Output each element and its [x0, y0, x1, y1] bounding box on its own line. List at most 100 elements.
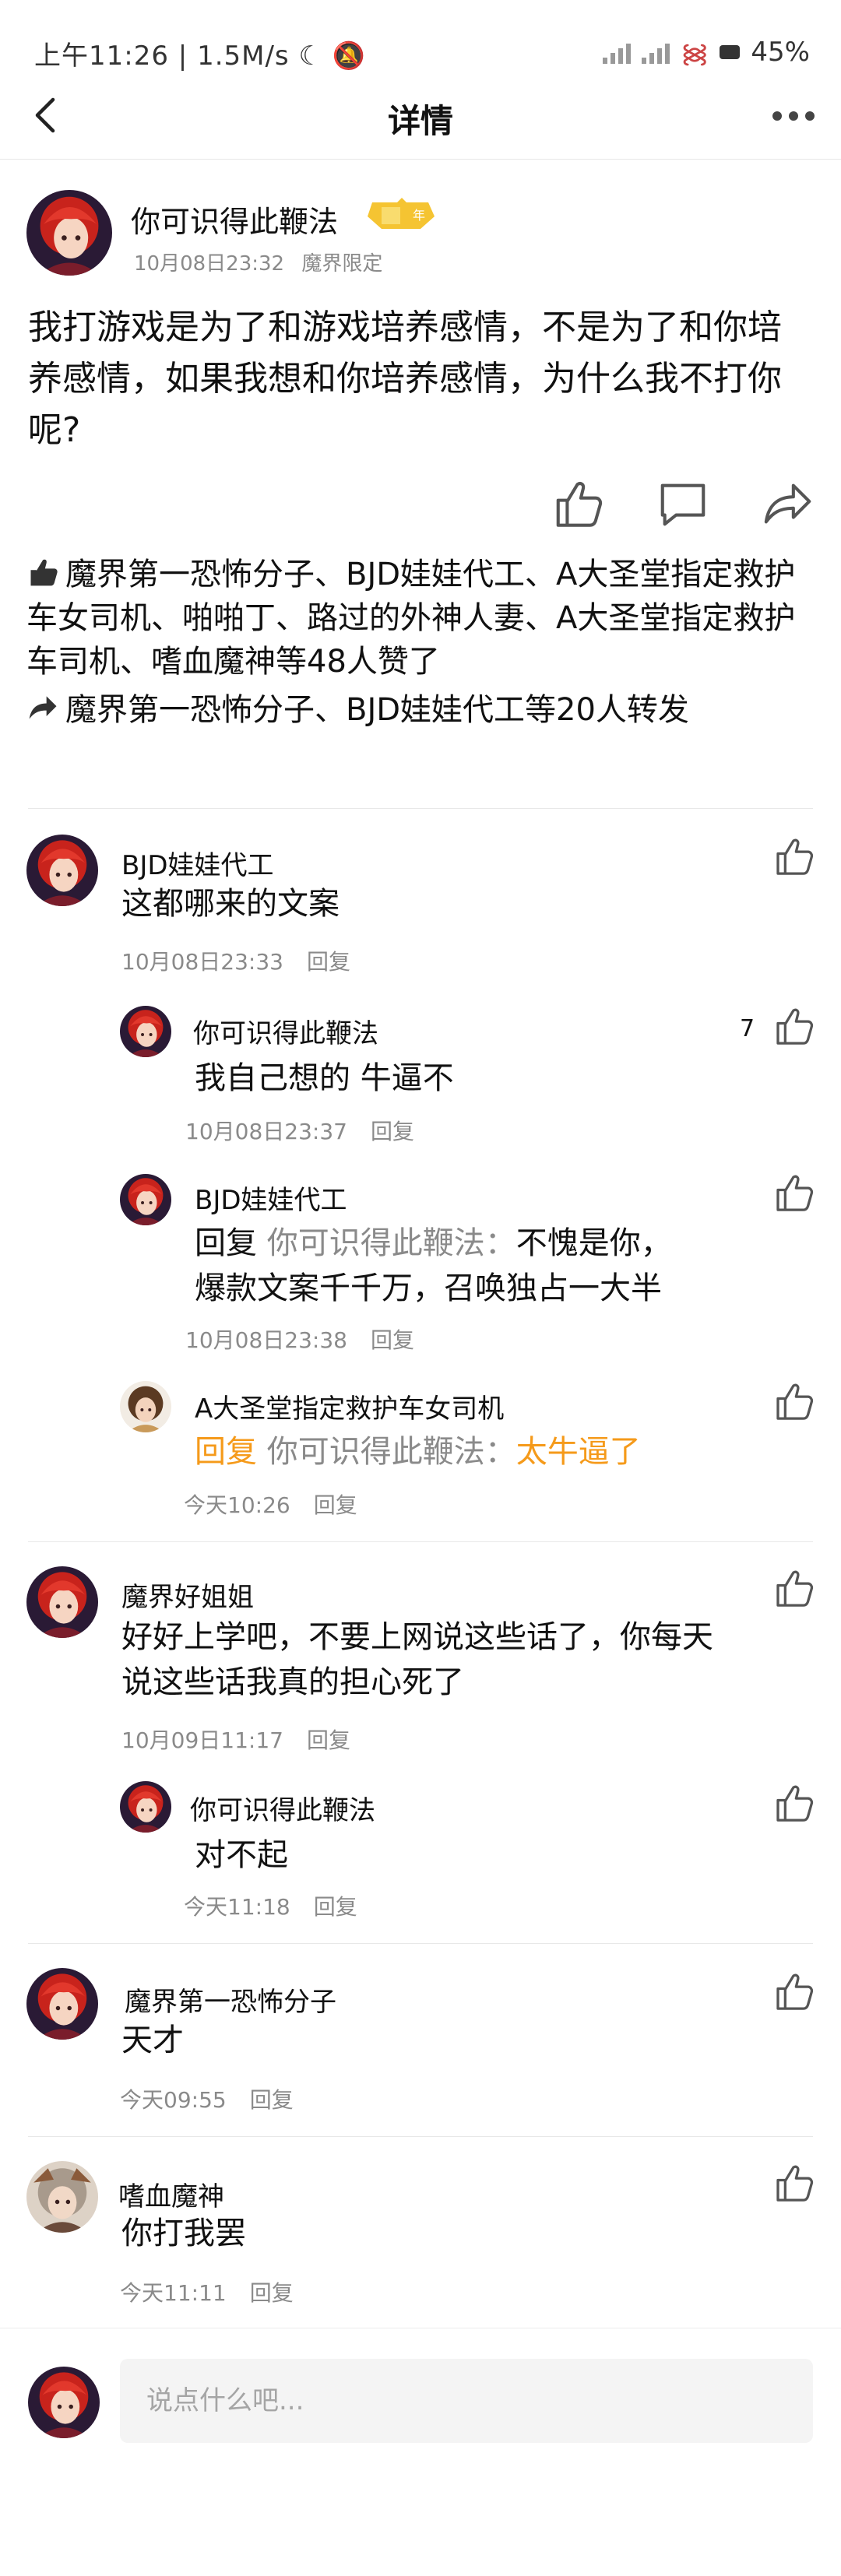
reply-date: 10月08日23:37 [185, 1119, 347, 1144]
like-icon[interactable] [772, 1379, 816, 1423]
comment-input[interactable]: 说点什么吧... [120, 2359, 813, 2443]
reply-text-line2: 爆款文案千千万，召唤独占一大半 [195, 1270, 662, 1306]
reply-author[interactable]: A大圣堂指定救护车女司机 [195, 1387, 504, 1425]
comment-avatar[interactable] [26, 2161, 98, 2233]
reply-text: 我自己想的 牛逼不 [195, 1060, 454, 1096]
comment-date: 今天11:11 [120, 2280, 227, 2306]
reply-avatar[interactable] [120, 1381, 171, 1432]
comment-text: 天才 [121, 2022, 184, 2058]
reply-author[interactable]: BJD娃娃代工 [195, 1179, 347, 1217]
like-icon[interactable] [772, 1970, 816, 2013]
comment-author[interactable]: BJD娃娃代工 [121, 844, 274, 882]
comment-avatar[interactable] [26, 1968, 98, 2040]
reply-date: 今天11:18 [184, 1894, 290, 1920]
post-author-name[interactable]: 你可识得此鞭法 [131, 198, 338, 241]
reply-avatar[interactable] [120, 1781, 171, 1833]
post-comment-icon[interactable] [656, 476, 710, 531]
like-icon[interactable] [772, 835, 816, 878]
reply-text: 回复 你可识得此鞭法：不愧是你， [195, 1221, 672, 1266]
reply-avatar[interactable] [120, 1006, 171, 1057]
status-time-speed: 上午11:26 | 1.5M/s ☾ 🔕 [34, 34, 366, 72]
likes-text[interactable]: 魔界第一恐怖分子、BJD娃娃代工、A大圣堂指定救护车女司机、啪啪丁、路过的外神人… [26, 557, 795, 680]
signal-hd-icon [642, 40, 670, 64]
reply-date: 10月08日23:38 [185, 1327, 347, 1353]
reply-button[interactable]: 回复 [307, 1727, 350, 1753]
like-icon[interactable] [772, 1781, 816, 1825]
reply-button[interactable]: 回复 [250, 2087, 294, 2113]
status-separator: | [178, 40, 198, 72]
bell-off-icon: 🔕 [332, 40, 367, 72]
status-time: 上午11:26 [34, 40, 169, 72]
comment-text: 你打我罢 [121, 2216, 246, 2251]
badge-text: 年 [413, 208, 425, 223]
like-icon[interactable] [772, 2161, 816, 2205]
battery-level: 45% [751, 37, 810, 68]
comment-meta: 10月09日11:17 回复 [121, 1724, 350, 1755]
post-like-icon[interactable] [551, 476, 606, 531]
reply-button[interactable]: 回复 [250, 2280, 294, 2306]
comment-date: 今天09:55 [120, 2087, 227, 2113]
reply-body: 太牛逼了 [516, 1434, 641, 1470]
comment-author[interactable]: 魔界好姐姐 [121, 1576, 254, 1614]
reply-avatar[interactable] [120, 1174, 171, 1225]
status-speed: 1.5M/s [197, 40, 290, 72]
reply-meta: 今天11:18 回复 [184, 1890, 357, 1921]
divider [28, 2136, 813, 2137]
divider [28, 1541, 813, 1542]
post-share-icon[interactable] [762, 476, 816, 531]
likes-summary: 魔界第一恐怖分子、BJD娃娃代工、A大圣堂指定救护车女司机、啪啪丁、路过的外神人… [26, 553, 813, 732]
reply-meta: 10月08日23:38 回复 [185, 1323, 414, 1355]
shares-text[interactable]: 魔界第一恐怖分子、BJD娃娃代工等20人转发 [65, 692, 689, 728]
signal-icon [603, 40, 632, 64]
reply-author[interactable]: 你可识得此鞭法 [193, 1012, 378, 1050]
battery-icon [720, 45, 741, 59]
reply-button[interactable]: 回复 [307, 949, 350, 975]
more-icon[interactable] [766, 97, 821, 135]
divider [28, 808, 813, 809]
like-icon[interactable] [772, 1004, 816, 1048]
comment-avatar[interactable] [26, 1566, 98, 1638]
moon-icon: ☾ [298, 40, 323, 72]
reply-meta: 今天10:26 回复 [184, 1488, 357, 1520]
reply-meta: 10月08日23:37 回复 [185, 1115, 414, 1146]
comment-author[interactable]: 嗜血魔神 [118, 2175, 224, 2213]
reply-body: 不愧是你， [516, 1225, 672, 1261]
my-avatar [28, 2367, 100, 2438]
comment-meta: 今天09:55 回复 [120, 2083, 294, 2114]
reply-author[interactable]: 你可识得此鞭法 [190, 1789, 375, 1827]
page-header: 详情 [0, 78, 841, 160]
post-content: 我打游戏是为了和游戏培养感情，不是为了和你培养感情，如果我想和你培养感情，为什么… [28, 308, 782, 450]
reply-button[interactable]: 回复 [371, 1327, 414, 1353]
post-date: 10月08日23:32 [134, 252, 285, 276]
post-meta: 10月08日23:32 魔界限定 [134, 248, 382, 276]
like-icon[interactable] [772, 1171, 816, 1214]
reply-target[interactable]: 你可识得此鞭法： [267, 1225, 516, 1261]
comment-meta: 10月08日23:33 回复 [121, 945, 350, 976]
post-author-avatar[interactable] [26, 190, 112, 276]
reply-text: 回复 你可识得此鞭法：太牛逼了 [195, 1429, 641, 1474]
post-tag: 魔界限定 [301, 252, 383, 276]
reply-button[interactable]: 回复 [371, 1119, 414, 1144]
comment-text: 好好上学吧，不要上网说这些话了，你每天说这些话我真的担心死了 [121, 1619, 713, 1700]
page-title: 详情 [387, 102, 453, 140]
thumb-up-icon [26, 555, 61, 589]
reply-prefix: 回复 [195, 1225, 257, 1261]
comment-date: 10月09日11:17 [121, 1727, 283, 1753]
shares-line: 魔界第一恐怖分子、BJD娃娃代工等20人转发 [26, 688, 813, 732]
like-icon[interactable] [772, 1566, 816, 1610]
reply-button[interactable]: 回复 [314, 1894, 357, 1920]
status-indicators: ᯼ 45% [603, 34, 810, 70]
like-count: 7 [740, 1015, 755, 1042]
reply-target[interactable]: 你可识得此鞭法： [267, 1434, 516, 1470]
comment-text: 这都哪来的文案 [121, 886, 340, 922]
level-badge-icon: 年 [368, 198, 435, 229]
share-icon [29, 696, 57, 719]
reply-date: 今天10:26 [184, 1492, 290, 1518]
reply-button[interactable]: 回复 [314, 1492, 357, 1518]
comment-avatar[interactable] [26, 835, 98, 906]
wifi-icon: ᯼ [681, 38, 709, 69]
reply-text: 对不起 [195, 1837, 288, 1873]
reply-prefix: 回复 [195, 1434, 257, 1470]
comment-author[interactable]: 魔界第一恐怖分子 [125, 1980, 336, 2019]
likes-line: 魔界第一恐怖分子、BJD娃娃代工、A大圣堂指定救护车女司机、啪啪丁、路过的外神人… [26, 553, 813, 684]
